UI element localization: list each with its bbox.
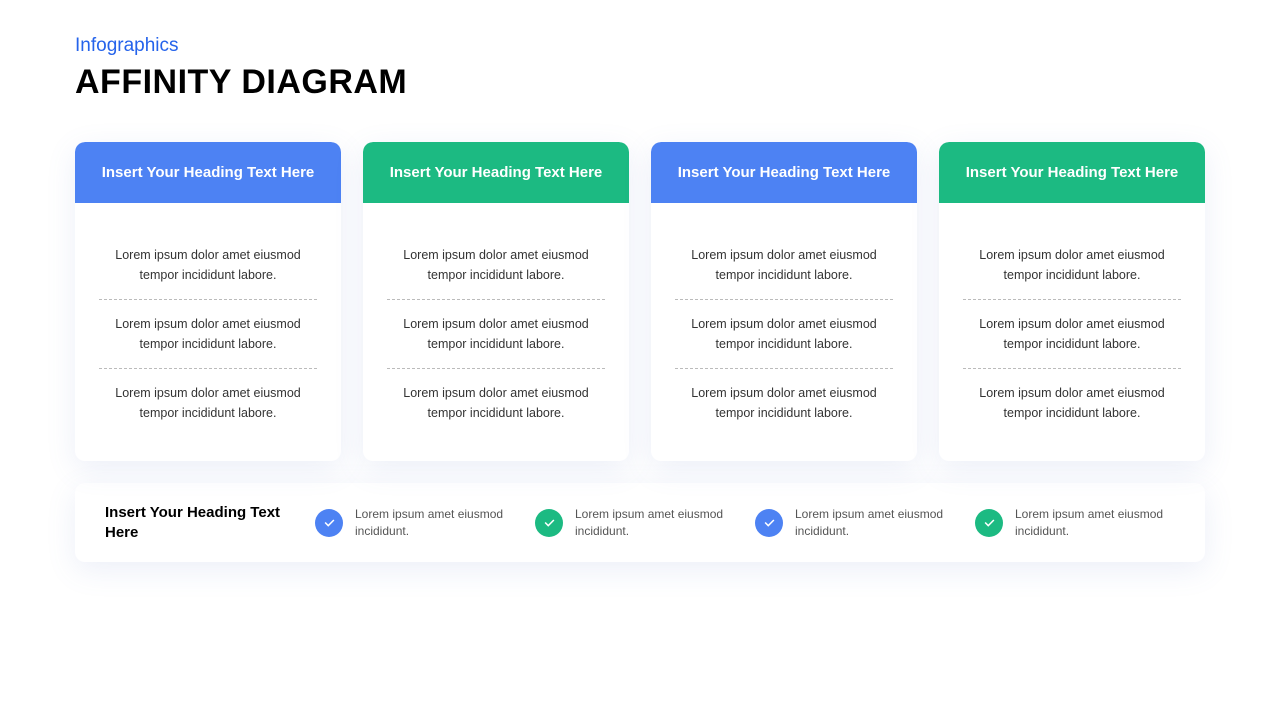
check-icon xyxy=(315,509,343,537)
card-item: Lorem ipsum dolor amet eiusmod tempor in… xyxy=(385,231,607,299)
check-icon xyxy=(755,509,783,537)
check-icon xyxy=(975,509,1003,537)
footer-row: Insert Your Heading Text Here Lorem ipsu… xyxy=(75,483,1205,562)
card-body: Lorem ipsum dolor amet eiusmod tempor in… xyxy=(363,203,629,461)
check-icon xyxy=(535,509,563,537)
footer-item-text: Lorem ipsum amet eiusmod incididunt. xyxy=(795,506,955,540)
affinity-card: Insert Your Heading Text Here Lorem ipsu… xyxy=(939,142,1205,461)
card-heading: Insert Your Heading Text Here xyxy=(363,142,629,203)
card-item: Lorem ipsum dolor amet eiusmod tempor in… xyxy=(97,231,319,299)
card-body: Lorem ipsum dolor amet eiusmod tempor in… xyxy=(939,203,1205,461)
page-subtitle: Infographics xyxy=(75,35,1205,57)
affinity-card: Insert Your Heading Text Here Lorem ipsu… xyxy=(651,142,917,461)
card-item: Lorem ipsum dolor amet eiusmod tempor in… xyxy=(385,300,607,368)
footer-item: Lorem ipsum amet eiusmod incididunt. xyxy=(315,506,515,540)
cards-row: Insert Your Heading Text Here Lorem ipsu… xyxy=(75,142,1205,461)
card-heading: Insert Your Heading Text Here xyxy=(651,142,917,203)
card-item: Lorem ipsum dolor amet eiusmod tempor in… xyxy=(673,231,895,299)
footer-item: Lorem ipsum amet eiusmod incididunt. xyxy=(975,506,1175,540)
card-item: Lorem ipsum dolor amet eiusmod tempor in… xyxy=(97,369,319,437)
card-body: Lorem ipsum dolor amet eiusmod tempor in… xyxy=(75,203,341,461)
card-heading: Insert Your Heading Text Here xyxy=(75,142,341,203)
card-item: Lorem ipsum dolor amet eiusmod tempor in… xyxy=(961,300,1183,368)
card-body: Lorem ipsum dolor amet eiusmod tempor in… xyxy=(651,203,917,461)
card-heading: Insert Your Heading Text Here xyxy=(939,142,1205,203)
card-item: Lorem ipsum dolor amet eiusmod tempor in… xyxy=(961,231,1183,299)
card-item: Lorem ipsum dolor amet eiusmod tempor in… xyxy=(673,300,895,368)
affinity-card: Insert Your Heading Text Here Lorem ipsu… xyxy=(75,142,341,461)
footer-item-text: Lorem ipsum amet eiusmod incididunt. xyxy=(1015,506,1175,540)
affinity-card: Insert Your Heading Text Here Lorem ipsu… xyxy=(363,142,629,461)
footer-item-text: Lorem ipsum amet eiusmod incididunt. xyxy=(355,506,515,540)
footer-item: Lorem ipsum amet eiusmod incididunt. xyxy=(755,506,955,540)
page-title: AFFINITY DIAGRAM xyxy=(75,63,1205,102)
card-item: Lorem ipsum dolor amet eiusmod tempor in… xyxy=(961,369,1183,437)
footer-item: Lorem ipsum amet eiusmod incididunt. xyxy=(535,506,735,540)
card-item: Lorem ipsum dolor amet eiusmod tempor in… xyxy=(97,300,319,368)
card-item: Lorem ipsum dolor amet eiusmod tempor in… xyxy=(673,369,895,437)
footer-heading: Insert Your Heading Text Here xyxy=(105,503,295,542)
card-item: Lorem ipsum dolor amet eiusmod tempor in… xyxy=(385,369,607,437)
footer-item-text: Lorem ipsum amet eiusmod incididunt. xyxy=(575,506,735,540)
